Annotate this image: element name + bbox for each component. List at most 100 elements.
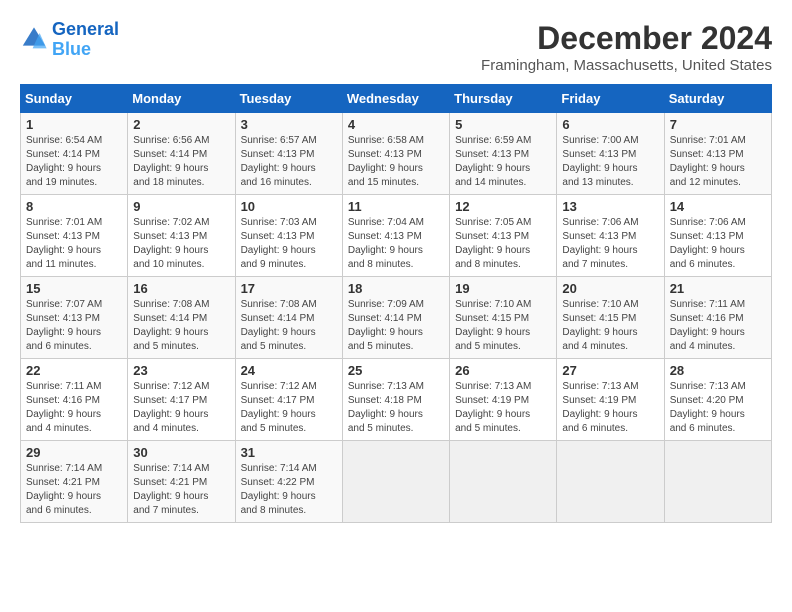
calendar-cell: 12 Sunrise: 7:05 AMSunset: 4:13 PMDaylig… xyxy=(450,195,557,277)
calendar-cell: 9 Sunrise: 7:02 AMSunset: 4:13 PMDayligh… xyxy=(128,195,235,277)
calendar-header-row: SundayMondayTuesdayWednesdayThursdayFrid… xyxy=(21,85,772,113)
calendar-cell: 10 Sunrise: 7:03 AMSunset: 4:13 PMDaylig… xyxy=(235,195,342,277)
calendar-cell: 23 Sunrise: 7:12 AMSunset: 4:17 PMDaylig… xyxy=(128,359,235,441)
day-info: Sunrise: 7:08 AMSunset: 4:14 PMDaylight:… xyxy=(241,298,337,354)
calendar-cell: 19 Sunrise: 7:10 AMSunset: 4:15 PMDaylig… xyxy=(450,277,557,359)
day-info: Sunrise: 7:01 AMSunset: 4:13 PMDaylight:… xyxy=(670,134,766,190)
calendar-cell xyxy=(342,441,449,523)
day-info: Sunrise: 7:13 AMSunset: 4:19 PMDaylight:… xyxy=(455,380,551,436)
day-info: Sunrise: 7:02 AMSunset: 4:13 PMDaylight:… xyxy=(133,216,229,272)
weekday-header: Monday xyxy=(128,85,235,113)
weekday-header: Sunday xyxy=(21,85,128,113)
day-info: Sunrise: 7:01 AMSunset: 4:13 PMDaylight:… xyxy=(26,216,122,272)
calendar-week-row: 1 Sunrise: 6:54 AMSunset: 4:14 PMDayligh… xyxy=(21,113,772,195)
calendar-subtitle: Framingham, Massachusetts, United States xyxy=(481,57,772,74)
day-info: Sunrise: 6:54 AMSunset: 4:14 PMDaylight:… xyxy=(26,134,122,190)
day-info: Sunrise: 7:08 AMSunset: 4:14 PMDaylight:… xyxy=(133,298,229,354)
day-number: 14 xyxy=(670,199,766,214)
logo-icon xyxy=(20,26,48,54)
calendar-cell: 14 Sunrise: 7:06 AMSunset: 4:13 PMDaylig… xyxy=(664,195,771,277)
day-number: 17 xyxy=(241,281,337,296)
day-info: Sunrise: 7:14 AMSunset: 4:22 PMDaylight:… xyxy=(241,462,337,518)
calendar-cell: 29 Sunrise: 7:14 AMSunset: 4:21 PMDaylig… xyxy=(21,441,128,523)
calendar-week-row: 15 Sunrise: 7:07 AMSunset: 4:13 PMDaylig… xyxy=(21,277,772,359)
day-info: Sunrise: 7:10 AMSunset: 4:15 PMDaylight:… xyxy=(455,298,551,354)
calendar-cell xyxy=(557,441,664,523)
day-number: 3 xyxy=(241,117,337,132)
day-number: 30 xyxy=(133,445,229,460)
day-number: 27 xyxy=(562,363,658,378)
day-info: Sunrise: 7:13 AMSunset: 4:19 PMDaylight:… xyxy=(562,380,658,436)
calendar-cell: 2 Sunrise: 6:56 AMSunset: 4:14 PMDayligh… xyxy=(128,113,235,195)
day-number: 25 xyxy=(348,363,444,378)
calendar-cell: 4 Sunrise: 6:58 AMSunset: 4:13 PMDayligh… xyxy=(342,113,449,195)
day-info: Sunrise: 7:05 AMSunset: 4:13 PMDaylight:… xyxy=(455,216,551,272)
day-number: 13 xyxy=(562,199,658,214)
header: General Blue December 2024 Framingham, M… xyxy=(20,20,772,74)
calendar-cell: 26 Sunrise: 7:13 AMSunset: 4:19 PMDaylig… xyxy=(450,359,557,441)
calendar-cell: 16 Sunrise: 7:08 AMSunset: 4:14 PMDaylig… xyxy=(128,277,235,359)
calendar-cell: 17 Sunrise: 7:08 AMSunset: 4:14 PMDaylig… xyxy=(235,277,342,359)
calendar-cell: 21 Sunrise: 7:11 AMSunset: 4:16 PMDaylig… xyxy=(664,277,771,359)
calendar-cell: 22 Sunrise: 7:11 AMSunset: 4:16 PMDaylig… xyxy=(21,359,128,441)
day-number: 9 xyxy=(133,199,229,214)
day-number: 19 xyxy=(455,281,551,296)
day-number: 26 xyxy=(455,363,551,378)
day-info: Sunrise: 7:06 AMSunset: 4:13 PMDaylight:… xyxy=(670,216,766,272)
day-number: 5 xyxy=(455,117,551,132)
weekday-header: Tuesday xyxy=(235,85,342,113)
day-number: 23 xyxy=(133,363,229,378)
calendar-cell: 3 Sunrise: 6:57 AMSunset: 4:13 PMDayligh… xyxy=(235,113,342,195)
calendar-cell: 6 Sunrise: 7:00 AMSunset: 4:13 PMDayligh… xyxy=(557,113,664,195)
calendar-cell: 15 Sunrise: 7:07 AMSunset: 4:13 PMDaylig… xyxy=(21,277,128,359)
day-number: 12 xyxy=(455,199,551,214)
day-info: Sunrise: 7:11 AMSunset: 4:16 PMDaylight:… xyxy=(670,298,766,354)
day-info: Sunrise: 7:07 AMSunset: 4:13 PMDaylight:… xyxy=(26,298,122,354)
logo-text: General Blue xyxy=(52,20,119,60)
day-info: Sunrise: 6:56 AMSunset: 4:14 PMDaylight:… xyxy=(133,134,229,190)
day-number: 18 xyxy=(348,281,444,296)
weekday-header: Wednesday xyxy=(342,85,449,113)
day-number: 11 xyxy=(348,199,444,214)
day-number: 28 xyxy=(670,363,766,378)
calendar-title: December 2024 xyxy=(481,20,772,57)
calendar-cell xyxy=(664,441,771,523)
day-number: 21 xyxy=(670,281,766,296)
day-number: 6 xyxy=(562,117,658,132)
day-info: Sunrise: 7:14 AMSunset: 4:21 PMDaylight:… xyxy=(133,462,229,518)
calendar-cell: 18 Sunrise: 7:09 AMSunset: 4:14 PMDaylig… xyxy=(342,277,449,359)
day-info: Sunrise: 7:09 AMSunset: 4:14 PMDaylight:… xyxy=(348,298,444,354)
day-info: Sunrise: 7:03 AMSunset: 4:13 PMDaylight:… xyxy=(241,216,337,272)
day-info: Sunrise: 7:00 AMSunset: 4:13 PMDaylight:… xyxy=(562,134,658,190)
day-number: 29 xyxy=(26,445,122,460)
day-number: 22 xyxy=(26,363,122,378)
calendar-cell: 30 Sunrise: 7:14 AMSunset: 4:21 PMDaylig… xyxy=(128,441,235,523)
day-number: 31 xyxy=(241,445,337,460)
calendar-cell: 28 Sunrise: 7:13 AMSunset: 4:20 PMDaylig… xyxy=(664,359,771,441)
day-info: Sunrise: 7:04 AMSunset: 4:13 PMDaylight:… xyxy=(348,216,444,272)
calendar-table: SundayMondayTuesdayWednesdayThursdayFrid… xyxy=(20,84,772,523)
calendar-cell xyxy=(450,441,557,523)
weekday-header: Saturday xyxy=(664,85,771,113)
day-info: Sunrise: 7:13 AMSunset: 4:20 PMDaylight:… xyxy=(670,380,766,436)
day-info: Sunrise: 7:12 AMSunset: 4:17 PMDaylight:… xyxy=(241,380,337,436)
day-info: Sunrise: 7:13 AMSunset: 4:18 PMDaylight:… xyxy=(348,380,444,436)
day-number: 15 xyxy=(26,281,122,296)
day-number: 1 xyxy=(26,117,122,132)
day-info: Sunrise: 6:58 AMSunset: 4:13 PMDaylight:… xyxy=(348,134,444,190)
day-number: 7 xyxy=(670,117,766,132)
weekday-header: Friday xyxy=(557,85,664,113)
day-info: Sunrise: 7:11 AMSunset: 4:16 PMDaylight:… xyxy=(26,380,122,436)
calendar-cell: 13 Sunrise: 7:06 AMSunset: 4:13 PMDaylig… xyxy=(557,195,664,277)
day-info: Sunrise: 6:57 AMSunset: 4:13 PMDaylight:… xyxy=(241,134,337,190)
title-block: December 2024 Framingham, Massachusetts,… xyxy=(481,20,772,74)
day-number: 4 xyxy=(348,117,444,132)
day-info: Sunrise: 6:59 AMSunset: 4:13 PMDaylight:… xyxy=(455,134,551,190)
calendar-week-row: 8 Sunrise: 7:01 AMSunset: 4:13 PMDayligh… xyxy=(21,195,772,277)
day-number: 8 xyxy=(26,199,122,214)
calendar-cell: 7 Sunrise: 7:01 AMSunset: 4:13 PMDayligh… xyxy=(664,113,771,195)
calendar-cell: 1 Sunrise: 6:54 AMSunset: 4:14 PMDayligh… xyxy=(21,113,128,195)
calendar-cell: 31 Sunrise: 7:14 AMSunset: 4:22 PMDaylig… xyxy=(235,441,342,523)
calendar-cell: 8 Sunrise: 7:01 AMSunset: 4:13 PMDayligh… xyxy=(21,195,128,277)
calendar-cell: 27 Sunrise: 7:13 AMSunset: 4:19 PMDaylig… xyxy=(557,359,664,441)
